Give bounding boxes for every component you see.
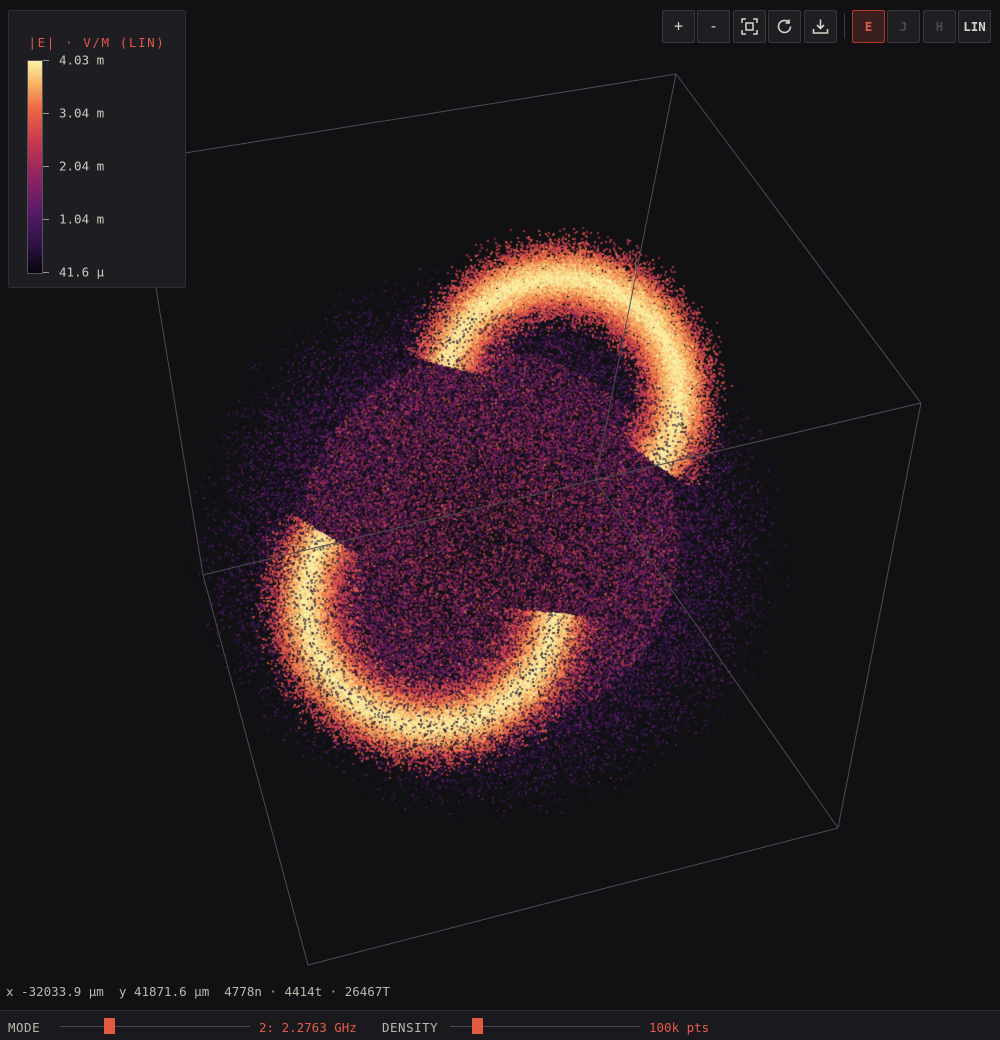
box-edge bbox=[675, 73, 922, 404]
colorbar-tick bbox=[43, 219, 49, 220]
mode-slider-track[interactable] bbox=[60, 1026, 250, 1027]
colorbar-tick bbox=[43, 113, 49, 114]
field-e-button[interactable]: E bbox=[852, 10, 885, 43]
mode-label: MODE bbox=[8, 1020, 41, 1035]
colorbar-tick bbox=[43, 60, 49, 61]
colorbar-tick-label: 41.6 µ bbox=[59, 264, 105, 280]
box-edge bbox=[202, 574, 309, 966]
box-edge bbox=[594, 479, 839, 829]
colorbar-title: |E| · V/M (LIN) bbox=[28, 35, 166, 50]
zoom-out-button[interactable]: - bbox=[697, 10, 730, 43]
field-j-button[interactable]: J bbox=[887, 10, 920, 43]
download-icon bbox=[812, 19, 829, 34]
colorbar-tick bbox=[43, 272, 49, 273]
download-button[interactable] bbox=[804, 10, 837, 43]
colorbar-legend: |E| · V/M (LIN) 4.03 m 3.04 m 2.04 m 1.0… bbox=[8, 10, 186, 288]
mode-value: 2: 2.2763 GHz bbox=[259, 1020, 357, 1035]
colorbar-tick-label: 3.04 m bbox=[59, 105, 105, 121]
box-edge bbox=[307, 827, 839, 966]
rotate-reset-icon bbox=[777, 19, 792, 34]
cursor-readout: x -32033.9 µm y 41871.6 µm 4778n · 4414t… bbox=[6, 984, 390, 999]
colorbar-tick-label: 2.04 m bbox=[59, 158, 105, 174]
box-edge bbox=[594, 73, 677, 481]
box-edge bbox=[837, 402, 922, 829]
reset-rotation-button[interactable] bbox=[768, 10, 801, 43]
zoom-in-button[interactable]: + bbox=[662, 10, 695, 43]
box-edge bbox=[202, 479, 596, 576]
colorbar-tick bbox=[43, 166, 49, 167]
fit-view-icon bbox=[741, 18, 758, 35]
control-bar: MODE 2: 2.2763 GHz DENSITY 100k pts bbox=[0, 1010, 1000, 1040]
mesh-stats: 4778n · 4414t · 26467T bbox=[224, 984, 390, 999]
density-value: 100k pts bbox=[649, 1020, 710, 1035]
density-slider-thumb[interactable] bbox=[471, 1018, 483, 1034]
box-edge bbox=[594, 402, 922, 481]
cursor-y: y 41871.6 µm bbox=[118, 984, 210, 999]
colorbar-gradient bbox=[27, 60, 43, 274]
box-edge bbox=[184, 73, 677, 154]
box-edge bbox=[154, 281, 204, 576]
cursor-x: x -32033.9 µm bbox=[6, 984, 104, 999]
mode-slider-thumb[interactable] bbox=[104, 1018, 116, 1034]
fit-view-button[interactable] bbox=[733, 10, 766, 43]
view-toolbar: + - E J H LIN bbox=[662, 10, 992, 43]
density-label: DENSITY bbox=[382, 1020, 439, 1035]
toolbar-divider bbox=[844, 13, 845, 39]
scale-toggle-button[interactable]: LIN bbox=[958, 10, 991, 43]
colorbar-tick-label: 4.03 m bbox=[59, 52, 105, 68]
colorbar-tick-label: 1.04 m bbox=[59, 211, 105, 227]
field-h-button[interactable]: H bbox=[923, 10, 956, 43]
